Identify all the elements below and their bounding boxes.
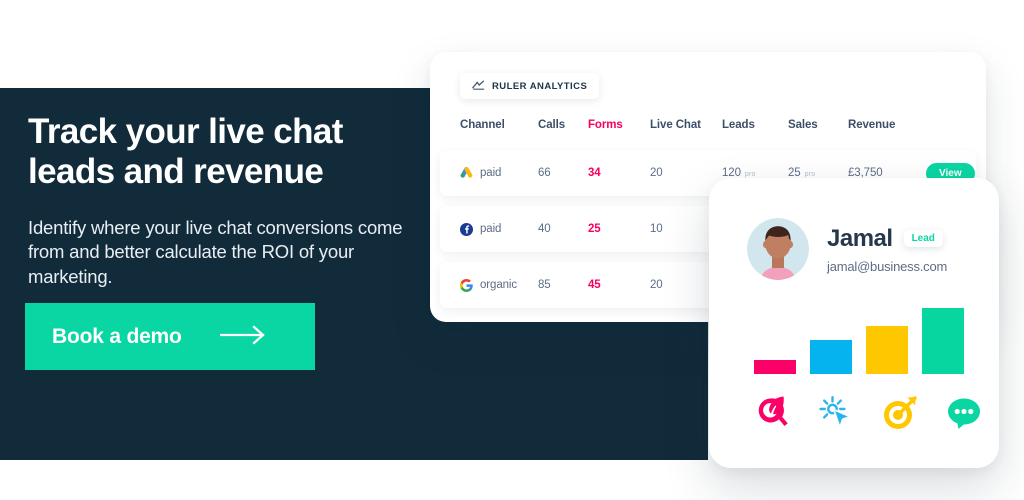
forms-cell: 25: [588, 223, 601, 235]
hero-subtitle: Identify where your live chat conversion…: [28, 216, 403, 287]
calls-cell: 66: [538, 167, 551, 179]
facebook-icon: [460, 222, 473, 236]
sales-superscript: pro: [804, 171, 816, 178]
calls-cell: 40: [538, 223, 551, 235]
feature-icon-row: [753, 394, 980, 432]
table-header-row: Channel Calls Forms Live Chat Leads Sale…: [430, 110, 986, 140]
google-ads-icon: [460, 166, 473, 180]
channel-cell: organic: [460, 278, 538, 292]
bar-3: [866, 326, 908, 374]
calls-cell: 85: [538, 279, 551, 291]
lead-email: jamal@business.com: [827, 258, 948, 274]
column-header-calls: Calls: [538, 119, 565, 131]
hero-copy: Track your live chat leads and revenue I…: [28, 112, 428, 289]
channel-cell: paid: [460, 222, 538, 236]
ruler-analytics-logo: RULER ANALYTICS: [460, 73, 600, 99]
channel-label: paid: [480, 223, 502, 235]
ruler-analytics-mark-icon: [471, 77, 485, 95]
bar-4: [922, 308, 964, 374]
column-header-live-chat: Live Chat: [650, 119, 701, 131]
column-header-revenue: Revenue: [848, 119, 896, 131]
cta-label: Book a demo: [52, 324, 182, 348]
lead-name-row: Jamal Lead: [827, 225, 947, 253]
target-dart-icon: [881, 394, 919, 432]
user-avatar-icon: [747, 218, 809, 280]
status-badge: Lead: [903, 230, 943, 247]
channel-label: paid: [480, 167, 502, 179]
google-icon: [460, 278, 473, 292]
column-header-sales: Sales: [788, 119, 818, 131]
column-header-channel: Channel: [460, 119, 505, 131]
forms-cell: 45: [588, 279, 601, 291]
page-title: Track your live chat leads and revenue: [28, 112, 343, 191]
lead-profile-card: Jamal Lead jamal@business.com: [709, 178, 999, 468]
channel-cell: paid: [460, 166, 538, 180]
click-cursor-icon: [817, 394, 855, 432]
arrow-right-icon: [219, 325, 266, 348]
logo-text: RULER ANALYTICS: [492, 80, 588, 92]
chat-bubble-icon: [945, 394, 983, 432]
lead-bar-chart: [754, 304, 964, 374]
bar-2: [810, 340, 852, 374]
lead-identity: Jamal Lead jamal@business.com: [827, 225, 947, 274]
lead-header: Jamal Lead jamal@business.com: [747, 218, 947, 280]
leads-superscript: pro: [744, 171, 756, 178]
live-chat-cell: 20: [650, 167, 663, 179]
leaf-search-icon: [753, 394, 791, 432]
column-header-forms: Forms: [588, 119, 623, 131]
channel-label: organic: [480, 279, 518, 291]
lead-name: Jamal: [827, 224, 893, 252]
hero-banner: Track your live chat leads and revenue I…: [0, 0, 1024, 500]
book-a-demo-button[interactable]: Book a demo: [25, 303, 315, 370]
forms-cell: 34: [588, 167, 601, 179]
column-header-leads: Leads: [722, 119, 755, 131]
bar-1: [754, 360, 796, 374]
